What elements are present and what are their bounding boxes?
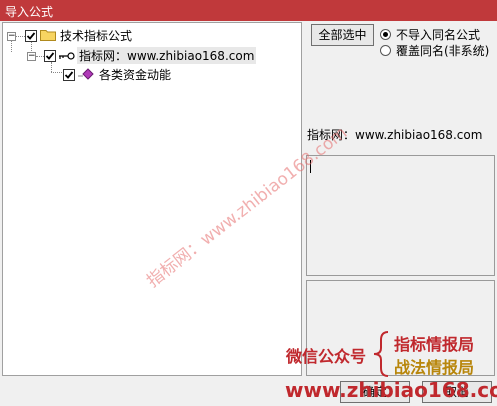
key-icon	[58, 50, 76, 64]
tree-connector	[36, 56, 44, 57]
tree-connector	[16, 36, 25, 37]
root-checkbox[interactable]	[25, 30, 37, 42]
tree-root-label[interactable]: 技术指标公式	[60, 27, 132, 44]
promo-brace	[372, 330, 390, 381]
skip-duplicate-radio[interactable]	[380, 29, 391, 40]
import-formula-dialog: 导入公式 − 技术指标公式 − 指标网：www.zhibiao168.com 各…	[0, 0, 497, 406]
promo-wechat-label: 微信公众号	[286, 347, 367, 366]
title-bar: 导入公式	[0, 0, 497, 21]
promo-url: www.zhibiao168.com	[285, 378, 497, 402]
skip-duplicate-label[interactable]: 不导入同名公式	[396, 26, 480, 43]
root-expand-toggle[interactable]: −	[7, 32, 16, 41]
promo-line1: 指标情报局	[394, 335, 475, 354]
promo-line2: 战法情报局	[394, 358, 475, 377]
tree-leaf-label[interactable]: 各类资金动能	[99, 66, 171, 83]
overwrite-label[interactable]: 覆盖同名(非系统)	[396, 42, 489, 59]
tree-connector	[31, 42, 32, 51]
folder-icon	[40, 28, 56, 44]
overwrite-radio[interactable]	[380, 45, 391, 56]
diamond-formula-icon	[77, 68, 95, 84]
child-expand-toggle[interactable]: −	[27, 52, 36, 61]
window-title: 导入公式	[5, 5, 54, 19]
select-all-button[interactable]: 全部选中	[311, 24, 374, 46]
leaf-checkbox[interactable]	[63, 69, 75, 81]
description-panel	[306, 155, 495, 276]
tree-connector	[11, 41, 12, 52]
tree-child-label[interactable]: 指标网：www.zhibiao168.com	[77, 47, 257, 64]
tree-connector	[51, 62, 52, 72]
child-checkbox[interactable]	[44, 50, 56, 62]
